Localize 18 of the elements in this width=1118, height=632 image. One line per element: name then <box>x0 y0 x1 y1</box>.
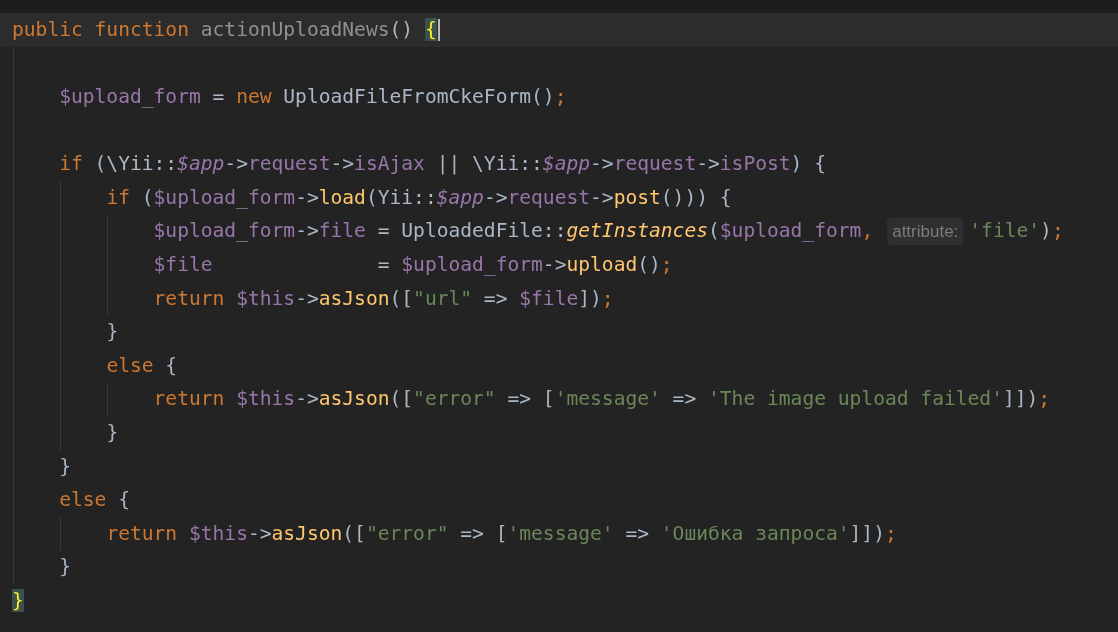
code-line: } <box>59 454 71 479</box>
code-line: return $this->asJson(["url" => $file]); <box>153 286 614 311</box>
text-cursor <box>437 18 440 41</box>
code-line: else { <box>59 488 130 513</box>
code-line: return $this->asJson(["error" => ['message' => 'The image upload failed']]); <box>153 387 1051 412</box>
code-line: $upload_form = new UploadFileFromCkeForm(); <box>59 85 567 109</box>
code-line: return $this->asJson(["error" => ['message' => 'Ошибка запроса']]); <box>106 521 897 546</box>
code-line: } <box>59 555 71 580</box>
code-line: $upload_form->file = UploadedFile::getInstances($upload_form, <box>153 219 874 244</box>
code-line: else { <box>106 353 178 378</box>
code-line: } <box>106 320 119 345</box>
parameter-hint: attribute: <box>887 217 964 245</box>
code-line: } <box>106 420 119 445</box>
code-line: if ($upload_form->load(Yii::$app->request->post())) { <box>106 185 732 210</box>
code-line: $file = $upload_form->upload(); <box>153 252 673 277</box>
code-line: if (\Yii::$app->request->isAjax || \Yii::$app->request->isPost) { <box>59 152 826 177</box>
code-line: 'file'); <box>969 219 1064 244</box>
code-line: public function actionUploadNews() { <box>12 17 437 42</box>
